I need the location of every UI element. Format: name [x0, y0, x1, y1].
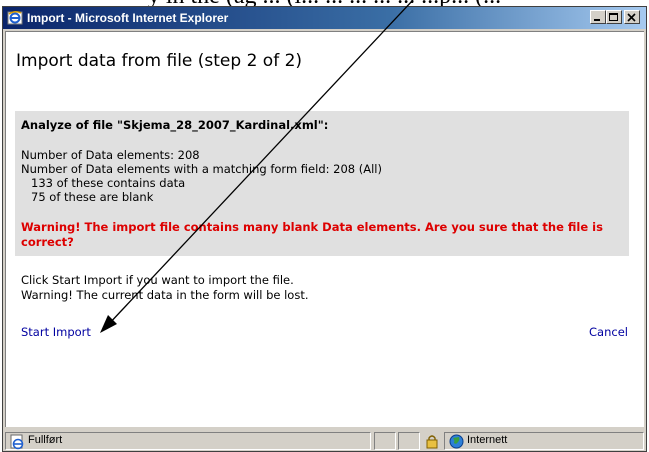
maximize-button[interactable]: [606, 10, 622, 24]
security-zone-pane: Internett: [444, 432, 644, 450]
title-bar[interactable]: Import - Microsoft Internet Explorer: [3, 7, 646, 29]
cancel-link[interactable]: Cancel: [589, 325, 628, 339]
status-pane-empty-1: [374, 432, 396, 450]
elements-with-data: 133 of these contains data: [31, 176, 186, 190]
maximize-icon: [609, 13, 618, 21]
blank-elements: 75 of these are blank: [31, 190, 154, 204]
close-button[interactable]: [624, 10, 640, 24]
data-elements-count: Number of Data elements: 208: [21, 148, 200, 162]
matching-elements-count: Number of Data elements with a matching …: [21, 162, 382, 176]
info-line-warning: Warning! The current data in the form wi…: [21, 288, 309, 302]
start-import-link[interactable]: Start Import: [21, 325, 91, 339]
page-done-icon: [10, 434, 24, 450]
status-pane: Fullført: [5, 432, 371, 450]
minimize-icon: [594, 19, 600, 21]
lock-icon: [426, 435, 438, 449]
internet-explorer-icon: [7, 10, 23, 25]
browser-content: Import data from file (step 2 of 2) Anal…: [5, 31, 644, 427]
page-title: Import data from file (step 2 of 2): [16, 51, 303, 71]
analyze-title: Analyze of file "Skjema_28_2007_Kardinal…: [21, 118, 329, 132]
status-pane-empty-2: [398, 432, 420, 450]
close-icon: [627, 13, 636, 22]
status-text: Fullført: [28, 434, 63, 446]
zone-text: Internett: [467, 434, 508, 446]
status-bar: Fullført Internett: [5, 431, 644, 451]
window-title: Import - Microsoft Internet Explorer: [27, 11, 229, 25]
minimize-button[interactable]: [590, 10, 606, 24]
warning-message: Warning! The import file contains many b…: [21, 220, 603, 249]
scrollbar-area[interactable]: [628, 32, 644, 427]
info-line-start: Click Start Import if you want to import…: [21, 273, 294, 287]
analysis-panel: Analyze of file "Skjema_28_2007_Kardinal…: [15, 111, 629, 256]
ie-window: Import - Microsoft Internet Explorer Imp…: [2, 6, 647, 452]
globe-icon: [449, 434, 464, 449]
